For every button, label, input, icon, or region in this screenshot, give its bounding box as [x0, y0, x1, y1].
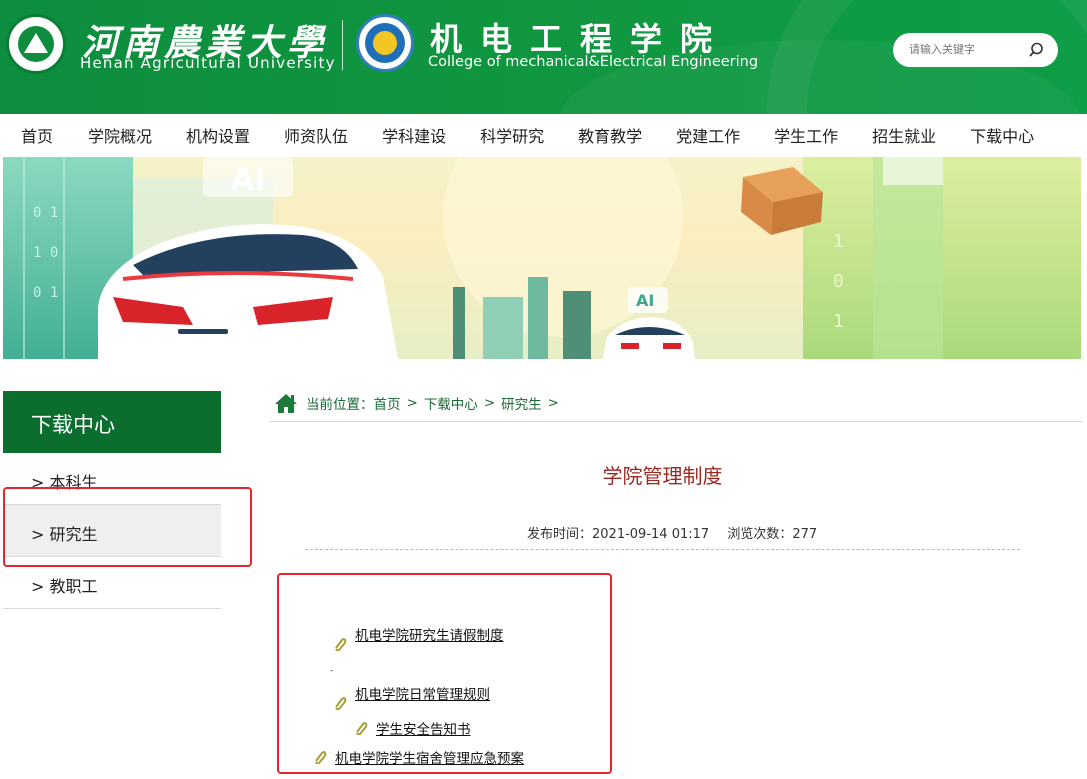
nav-item-party[interactable]: 党建工作 [676, 123, 740, 147]
publish-time-label: 发布时间： [527, 527, 593, 542]
breadcrumb-separator: > [483, 395, 496, 411]
breadcrumb-divider [270, 421, 1082, 422]
stray-mark: - [330, 666, 334, 676]
banner-ai-label-small: AI [636, 291, 654, 310]
nav-item-home[interactable]: 首页 [21, 123, 53, 147]
university-name-en: Henan Agricultural University [80, 54, 336, 72]
attachment-item: 机电学院学生宿舍管理应急预案 [313, 747, 524, 767]
paperclip-icon [315, 751, 327, 764]
breadcrumb-home[interactable]: 首页 [374, 393, 401, 413]
nav-item-research[interactable]: 科学研究 [480, 123, 544, 147]
nav-item-downloads[interactable]: 下载中心 [970, 123, 1034, 147]
home-icon[interactable] [274, 392, 298, 414]
attachment-link-leave-policy[interactable]: 机电学院研究生请假制度 [355, 624, 504, 644]
attachment-link-daily-rules[interactable]: 机电学院日常管理规则 [355, 683, 490, 703]
main-nav: 首页 学院概况 机构设置 师资队伍 学科建设 科学研究 教育教学 党建工作 学生… [0, 114, 1087, 156]
attachment-link-safety-notice[interactable]: 学生安全告知书 [376, 718, 471, 738]
hero-banner: 0 1 1 0 0 1 AI 1 0 1 AI [3, 157, 1081, 359]
meta-divider [305, 549, 1020, 550]
nav-item-organization[interactable]: 机构设置 [186, 123, 250, 147]
attachment-item: 学生安全告知书 [354, 718, 471, 738]
attachment-link-dorm-emergency-plan[interactable]: 机电学院学生宿舍管理应急预案 [335, 747, 524, 767]
breadcrumb-separator: > [547, 395, 559, 411]
article-title: 学院管理制度 [602, 464, 723, 488]
breadcrumb-downloads[interactable]: 下载中心 [424, 393, 478, 413]
university-logo[interactable] [6, 14, 66, 74]
svg-text:1 0: 1 0 [33, 245, 58, 261]
banner-ai-label: AI [231, 163, 265, 198]
nav-item-about[interactable]: 学院概况 [88, 123, 152, 147]
search-box [893, 33, 1058, 67]
search-icon[interactable] [1029, 41, 1047, 59]
nav-item-disciplines[interactable]: 学科建设 [382, 123, 446, 147]
logo-divider [342, 20, 343, 70]
publish-time: 2021-09-14 01:17 [592, 527, 710, 542]
nav-item-students[interactable]: 学生工作 [774, 123, 838, 147]
svg-text:0 1: 0 1 [33, 285, 58, 301]
highlight-box-attachments [277, 573, 612, 774]
attachment-item: 机电学院研究生请假制度 [333, 617, 504, 651]
attachment-item: 机电学院日常管理规则 [333, 676, 490, 710]
svg-text:1: 1 [833, 231, 844, 252]
article-meta: 发布时间：2021-09-14 01:17 浏览次数：277 [527, 523, 817, 542]
highlight-box-sidebar [3, 487, 252, 567]
site-header: 河南農業大學 Henan Agricultural University 机电工… [0, 0, 1087, 114]
breadcrumb-prefix: 当前位置： [306, 397, 374, 413]
nav-item-education[interactable]: 教育教学 [578, 123, 642, 147]
svg-text:1: 1 [833, 311, 844, 332]
svg-text:0 1: 0 1 [33, 205, 58, 221]
college-name-en: College of mechanical&Electrical Enginee… [428, 54, 759, 70]
nav-item-faculty[interactable]: 师资队伍 [284, 123, 348, 147]
college-logo[interactable] [356, 14, 414, 72]
breadcrumb: 当前位置： 首页 > 下载中心 > 研究生 > [274, 390, 565, 416]
view-count: 277 [792, 527, 818, 542]
paperclip-icon [356, 722, 368, 735]
breadcrumb-separator: > [406, 395, 418, 411]
nav-item-admissions[interactable]: 招生就业 [872, 123, 936, 147]
view-count-label: 浏览次数： [727, 527, 793, 542]
search-input[interactable] [909, 41, 1019, 59]
sidebar-title: 下载中心 [3, 391, 221, 453]
banner-illustration: 0 1 1 0 0 1 AI 1 0 1 AI [3, 157, 1081, 359]
paperclip-icon [335, 697, 347, 710]
svg-text:0: 0 [833, 271, 844, 292]
paperclip-icon [335, 638, 347, 651]
breadcrumb-graduate[interactable]: 研究生 [501, 393, 542, 413]
